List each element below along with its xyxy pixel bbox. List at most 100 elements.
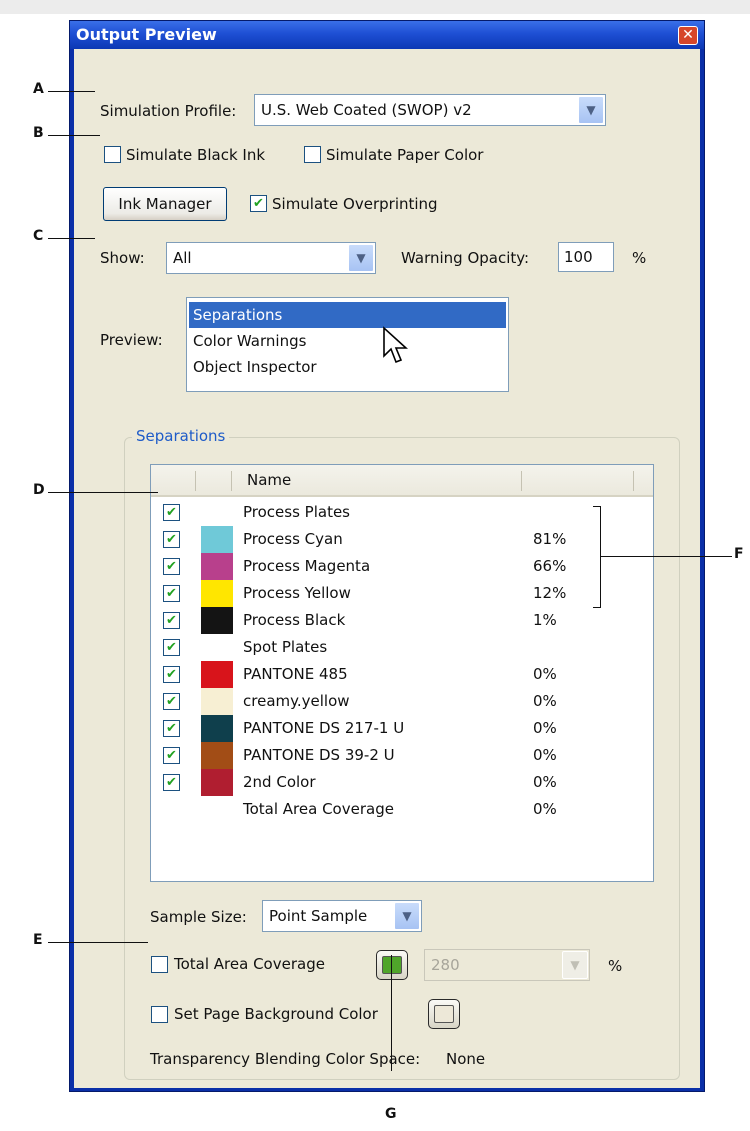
sample-size-dropdown[interactable]: Point Sample ▼ [262,900,422,932]
close-icon[interactable]: ✕ [678,26,698,45]
preview-option-object-inspector[interactable]: Object Inspector [189,354,506,380]
row-percent: 81% [533,530,567,548]
row-checkbox[interactable]: ✔ [163,747,180,764]
page-background-checkbox[interactable] [151,1006,168,1023]
show-dropdown[interactable]: All ▼ [166,242,376,274]
row-checkbox[interactable]: ✔ [163,774,180,791]
window-title: Output Preview [76,25,217,44]
simulate-paper-color-label: Simulate Paper Color [326,146,484,164]
page-background-label: Set Page Background Color [174,1005,378,1023]
callout-line [48,91,95,92]
row-name: PANTONE 485 [243,665,348,683]
row-percent: 12% [533,584,567,602]
row-checkbox[interactable]: ✔ [163,531,180,548]
callout-line [48,238,95,239]
callout-b: B [33,125,44,141]
chevron-down-icon[interactable]: ▼ [578,96,604,124]
callout-a: A [33,81,44,97]
column-header-name: Name [247,471,292,489]
simulate-black-ink-checkbox[interactable] [104,146,121,163]
row-checkbox[interactable]: ✔ [163,585,180,602]
total-area-coverage-dropdown[interactable]: 280 ▼ [424,949,590,981]
callout-line [48,135,100,136]
color-swatch [201,661,233,688]
chevron-down-icon[interactable]: ▼ [562,951,588,979]
row-percent: 0% [533,746,557,764]
warning-opacity-input[interactable]: 100 [558,242,614,272]
row-checkbox[interactable]: ✔ [163,666,180,683]
table-row[interactable]: ✔ Process Magenta 66% [151,553,653,580]
table-row[interactable]: ✔ 2nd Color 0% [151,769,653,796]
table-row[interactable]: ✔ PANTONE 485 0% [151,661,653,688]
color-swatch [201,688,233,715]
table-row[interactable]: ✔ creamy.yellow 0% [151,688,653,715]
preview-option-separations[interactable]: Separations [189,302,506,328]
transparency-value: None [446,1050,486,1068]
row-name: Process Plates [243,503,350,521]
total-area-coverage-unit: % [608,957,623,975]
table-row[interactable]: ✔ PANTONE DS 217-1 U 0% [151,715,653,742]
row-name: Process Magenta [243,557,371,575]
callout-c: C [33,228,44,244]
row-percent: 66% [533,557,567,575]
separations-table: Name ✔ Process Plates ✔ Process Cyan 81%… [150,464,654,882]
row-checkbox[interactable]: ✔ [163,612,180,629]
callout-line [48,492,158,493]
row-checkbox[interactable]: ✔ [163,720,180,737]
separations-group-title: Separations [132,427,230,445]
table-row[interactable]: ✔ Process Plates [151,499,653,526]
show-label: Show: [100,249,145,267]
callout-line [48,942,148,943]
simulation-profile-value: U.S. Web Coated (SWOP) v2 [261,101,472,119]
row-name: Process Black [243,611,346,629]
simulate-overprinting-label: Simulate Overprinting [272,195,438,213]
show-value: All [173,249,192,267]
callout-e: E [33,932,43,948]
color-swatch [201,526,233,553]
page-background-color-button[interactable] [428,999,460,1029]
sample-size-label: Sample Size: [150,908,247,926]
warning-opacity-label: Warning Opacity: [401,249,530,267]
ink-manager-button[interactable]: Ink Manager [103,187,227,221]
color-swatch [201,742,233,769]
callout-line [600,556,732,557]
row-percent: 0% [533,665,557,683]
simulation-profile-label: Simulation Profile: [100,102,237,120]
total-area-coverage-label: Total Area Coverage [174,955,325,973]
chevron-down-icon[interactable]: ▼ [348,244,374,272]
row-checkbox[interactable]: ✔ [163,558,180,575]
transparency-label: Transparency Blending Color Space: [150,1050,421,1068]
table-row[interactable]: ✔ Process Yellow 12% [151,580,653,607]
color-swatch [201,607,233,634]
warning-opacity-unit: % [632,249,647,267]
total-area-coverage-color-button[interactable] [376,950,408,980]
table-row[interactable]: ✔ Spot Plates [151,634,653,661]
row-percent: 1% [533,611,557,629]
table-row[interactable]: ✔ Process Black 1% [151,607,653,634]
callout-bracket [600,506,601,608]
simulate-black-ink-label: Simulate Black Ink [126,146,266,164]
table-row[interactable]: ✔ PANTONE DS 39-2 U 0% [151,742,653,769]
simulation-profile-dropdown[interactable]: U.S. Web Coated (SWOP) v2 ▼ [254,94,606,126]
color-swatch [201,580,233,607]
row-name: PANTONE DS 39-2 U [243,746,395,764]
row-checkbox[interactable]: ✔ [163,639,180,656]
title-bar: Output Preview ✕ [70,21,704,49]
row-checkbox[interactable]: ✔ [163,693,180,710]
total-area-coverage-checkbox[interactable] [151,956,168,973]
chevron-down-icon[interactable]: ▼ [394,902,420,930]
simulate-paper-color-checkbox[interactable] [304,146,321,163]
row-checkbox[interactable]: ✔ [163,504,180,521]
callout-g: G [385,1106,397,1122]
sample-size-value: Point Sample [269,907,368,925]
table-row[interactable]: ✔ Process Cyan 81% [151,526,653,553]
row-name: PANTONE DS 217-1 U [243,719,405,737]
simulate-overprinting-checkbox[interactable]: ✔ [250,195,267,212]
preview-list[interactable]: Separations Color Warnings Object Inspec… [186,297,509,392]
row-percent: 0% [533,692,557,710]
preview-option-color-warnings[interactable]: Color Warnings [189,328,506,354]
row-percent: 0% [533,800,557,818]
row-percent: 0% [533,773,557,791]
preview-label: Preview: [100,331,163,349]
callout-d: D [33,482,45,498]
